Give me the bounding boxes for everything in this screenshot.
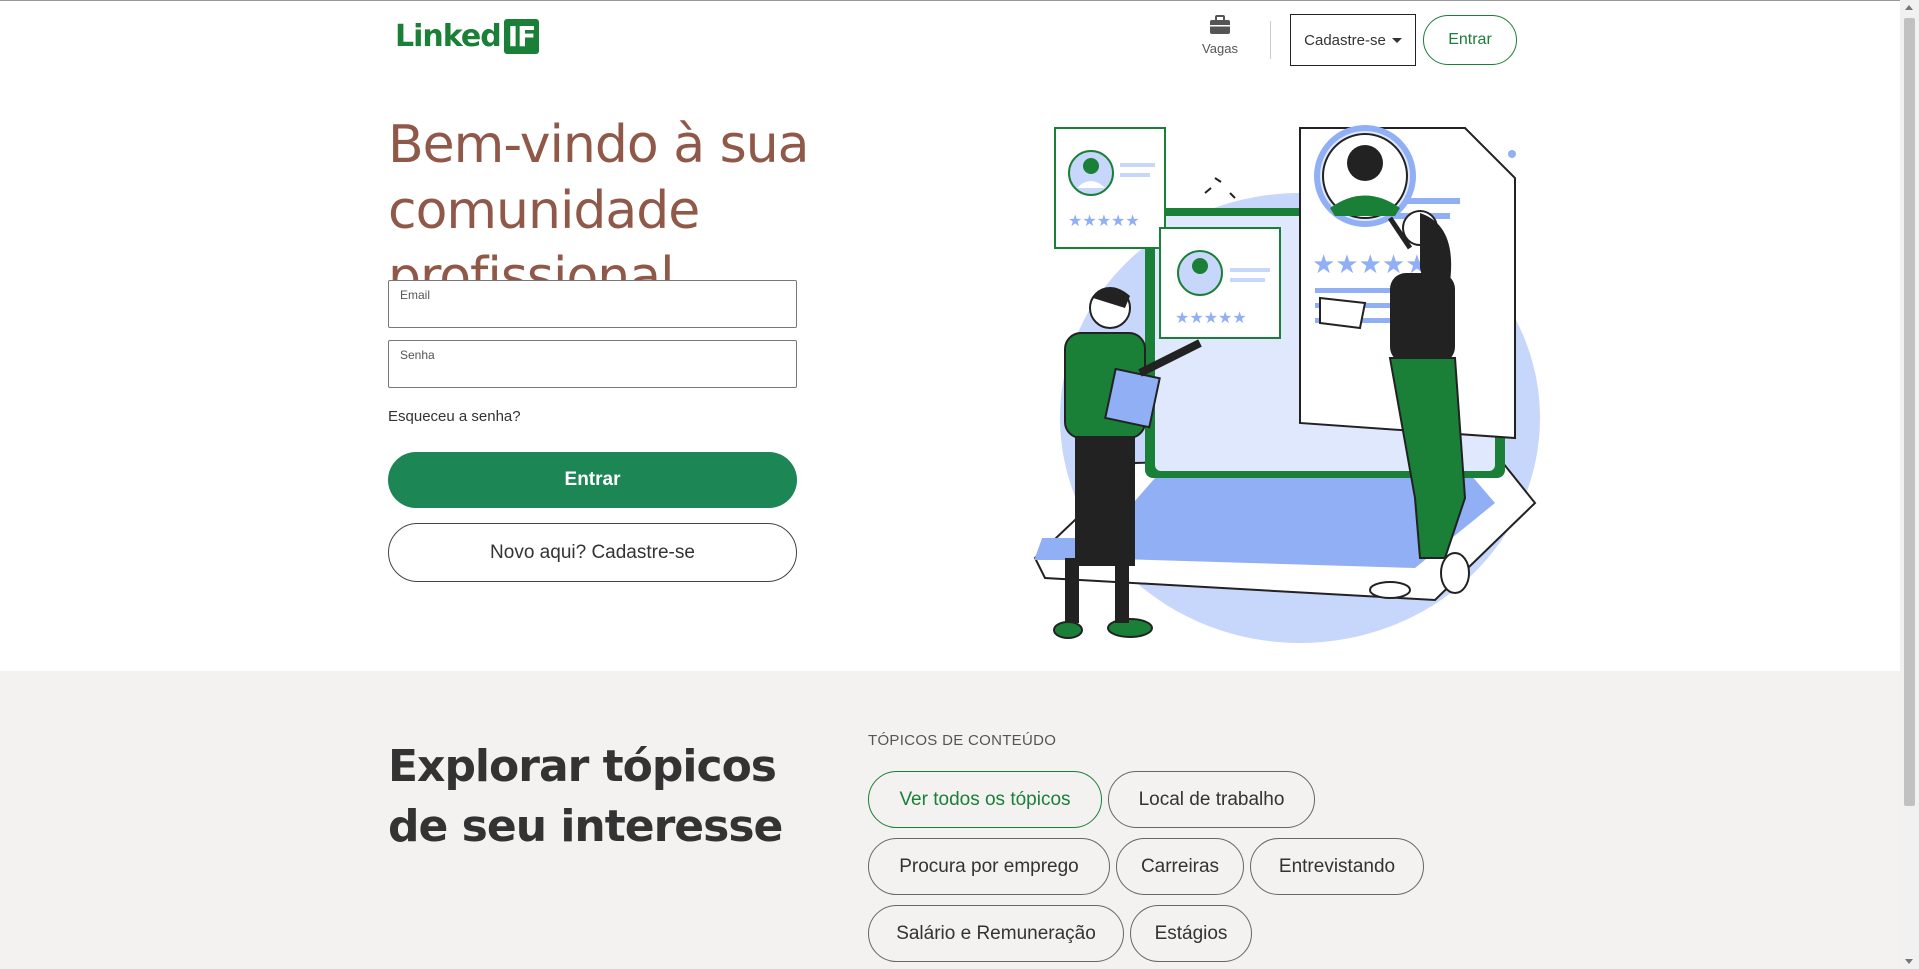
topic-pill-internships[interactable]: Estágios [1130, 905, 1252, 962]
chevron-down-icon [1391, 37, 1402, 43]
login-submit-button[interactable]: Entrar [388, 452, 797, 508]
vertical-scrollbar[interactable] [1900, 0, 1919, 969]
hiring-illustration: ★★★★★ ★★★★★ ★★★★★ [1033, 125, 1540, 643]
logo-text: Linked [395, 19, 502, 54]
password-input[interactable] [399, 363, 784, 385]
topic-pill-workplace[interactable]: Local de trabalho [1108, 771, 1315, 828]
header: Linked IF Vagas Cadastre-se Entrar [0, 1, 1900, 79]
header-login-button[interactable]: Entrar [1423, 15, 1517, 65]
explore-title: Explorar tópicos de seu interesse [388, 741, 783, 852]
password-label: Senha [400, 348, 435, 362]
signup-dropdown[interactable]: Cadastre-se [1290, 14, 1416, 66]
nav-jobs-label: Vagas [1202, 41, 1238, 56]
topics-heading: TÓPICOS DE CONTEÚDO [868, 732, 1057, 749]
logo[interactable]: Linked IF [395, 19, 540, 54]
scrollbar-thumb[interactable] [1904, 18, 1915, 806]
signup-dropdown-label: Cadastre-se [1304, 31, 1386, 49]
topic-pill-careers[interactable]: Carreiras [1116, 838, 1244, 895]
password-field[interactable]: Senha [388, 340, 797, 388]
scroll-up-arrow-icon[interactable] [1905, 5, 1913, 10]
svg-text:★★★★★: ★★★★★ [1068, 211, 1140, 230]
explore-section: Explorar tópicos de seu interesse TÓPICO… [0, 671, 1900, 969]
nav-divider [1270, 21, 1271, 59]
scroll-down-arrow-icon[interactable] [1905, 959, 1913, 964]
email-label: Email [400, 288, 431, 302]
email-input[interactable] [399, 303, 784, 325]
topic-pill-all[interactable]: Ver todos os tópicos [868, 771, 1102, 828]
signup-button[interactable]: Novo aqui? Cadastre-se [388, 523, 797, 582]
page: Linked IF Vagas Cadastre-se Entrar Bem-v… [0, 0, 1919, 969]
svg-text:★★★★★: ★★★★★ [1175, 308, 1247, 327]
topic-pill-job-search[interactable]: Procura por emprego [868, 838, 1110, 895]
nav-jobs[interactable]: Vagas [1196, 15, 1244, 56]
briefcase-icon [1210, 15, 1230, 34]
email-field[interactable]: Email [388, 280, 797, 328]
forgot-password-link[interactable]: Esqueceu a senha? [388, 408, 521, 425]
topic-pill-salary[interactable]: Salário e Remuneração [868, 905, 1124, 962]
topic-pill-interviewing[interactable]: Entrevistando [1250, 838, 1424, 895]
logo-badge: IF [503, 19, 540, 54]
